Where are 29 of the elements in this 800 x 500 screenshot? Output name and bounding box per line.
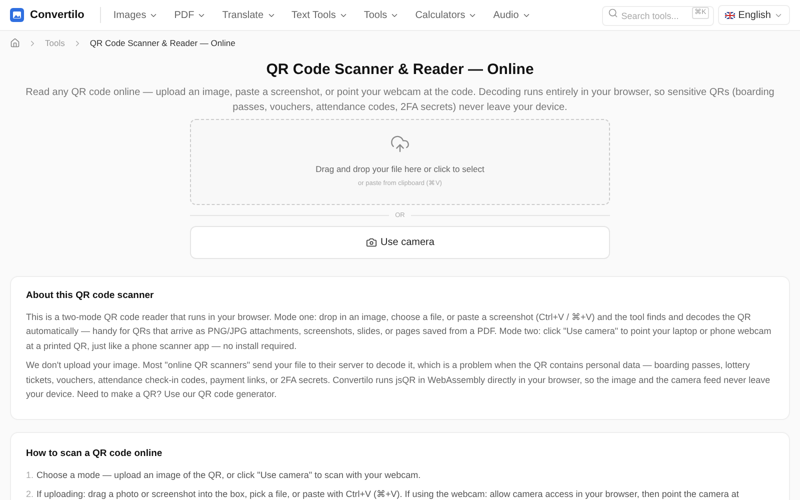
step-text: Choose a mode — upload an image of the QR, or click "Use camera" to scan with your webcam. [36,468,421,482]
flag-icon [725,12,736,18]
step-number: 2. [26,488,34,500]
search-icon [608,8,618,18]
use-camera-button[interactable]: Use camera [190,226,610,260]
nav-menu[interactable]: Images [113,8,158,22]
language-select[interactable]: English [718,5,790,25]
nav-menu[interactable]: Calculators [415,8,478,22]
section-heading: About this QR code scanner [26,289,155,304]
logo-text: Convertilo [30,8,84,23]
nav-menu[interactable]: Text Tools [292,8,348,22]
upload-icon [390,134,410,154]
drop-zone-text: Drag and drop your file here or click to select [316,163,484,176]
breadcrumb-current: QR Code Scanner & Reader — Online [90,36,236,50]
home-icon[interactable] [10,38,20,48]
page-title: QR Code Scanner & Reader — Online [265,60,535,80]
page-description: Read any QR code online — upload an image, paste a screenshot, or point your webcam at the code. Decoding runs entirely in your browser, so sensitive QRs (boarding passes, vouchers, attendance codes, 2FA secrets) never leave your device. [24,86,776,114]
logo-icon [10,8,24,22]
nav-menu[interactable]: PDF [174,8,206,22]
step-text: If uploading: drag a photo or screenshot into the box, pick a file, or paste with Ctrl+V (⌘+V). If using the webcam: allow camera access in your browser, then point the camera at [36,488,739,500]
about-paragraph: We don't upload your image. Most "online QR scanners" send your file to their server to decode it, which is a problem when the QR contains personal data — boarding passes, lottery tickets, vouchers, attendance check-in codes, payment links, or 2FA secrets. Convertilo runs jsQR in WebAssembly directly in your browser, so the image and the camera feed never leave your device. Need to make a QR? Use our QR code generator. [26,359,772,401]
camera-icon [366,237,377,248]
about-paragraph: This is a two-mode QR code reader that runs in your browser. Mode one: drop in an image, choose a file, or paste a screenshot (Ctrl+V / ⌘+V) and the tool finds and decodes the QR automatically — handy for QRs that arrive as PNG/JPG attachments, screenshots, slides, or pages saved from a PDF. Mode two: click "Use camera" to point your laptop or phone webcam at a printed QR, just like a phone scanner app — no install required. [26,310,772,353]
nav-menu[interactable]: Translate [222,8,276,22]
nav-menu[interactable]: Audio [493,8,531,22]
step-number: 1. [26,468,34,482]
chevron-icon [28,38,37,48]
nav-menu[interactable]: Tools [364,8,400,22]
section-heading: How to scan a QR code online [26,446,164,460]
